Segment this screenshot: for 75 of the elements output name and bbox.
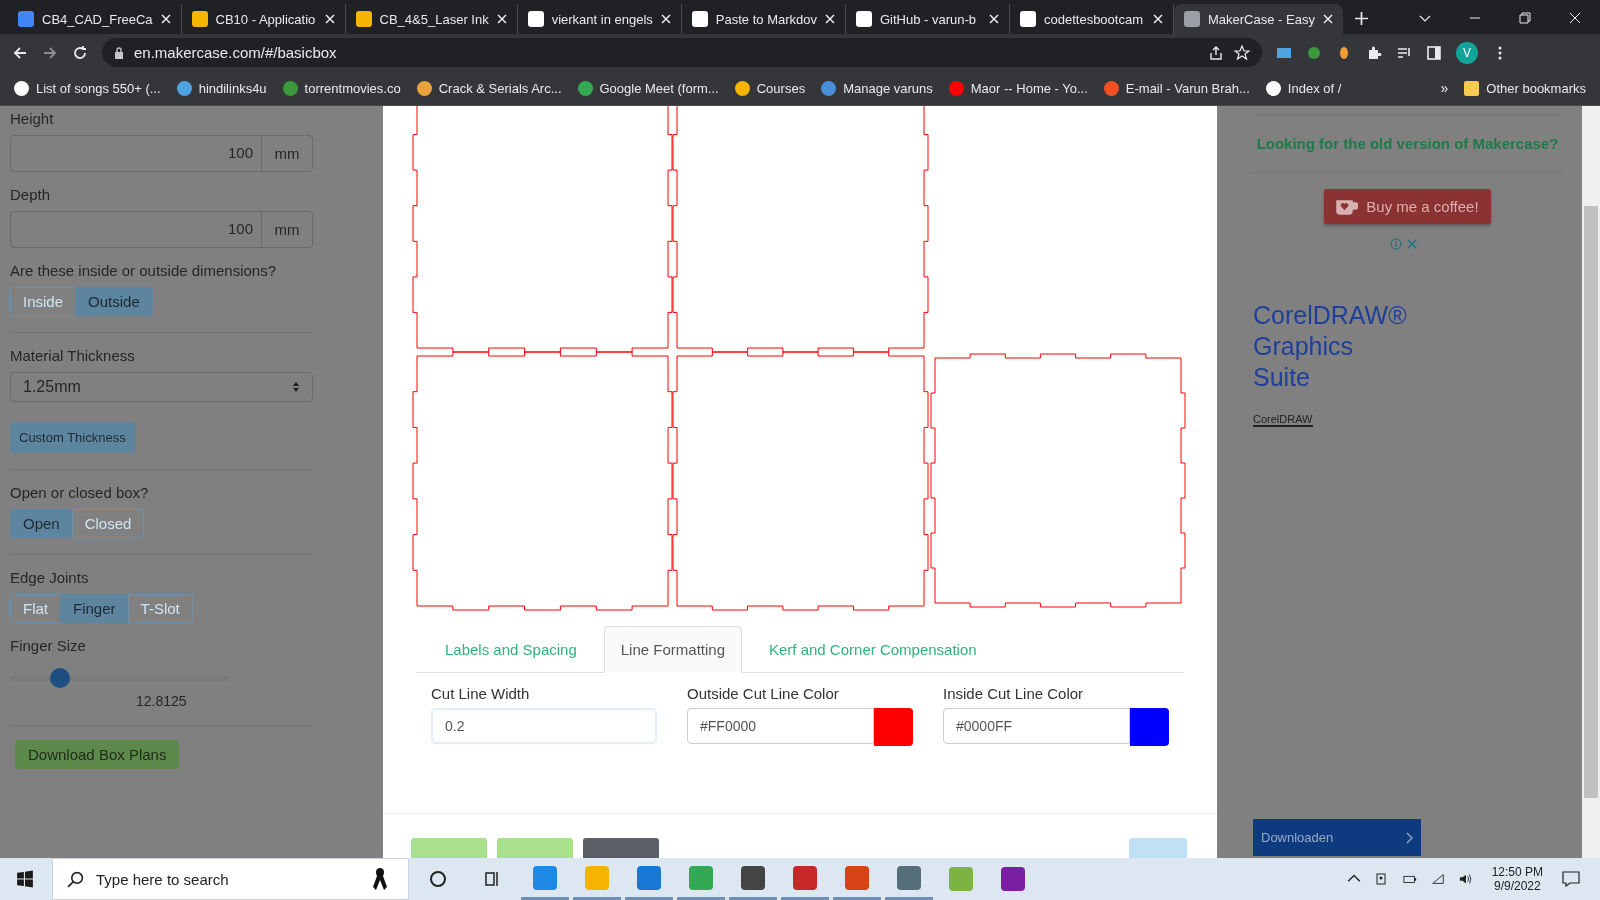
field-label: Height — [10, 110, 55, 127]
more-bookmarks[interactable]: » — [1440, 80, 1449, 96]
reload-icon[interactable] — [72, 44, 88, 61]
star-icon[interactable] — [1234, 44, 1250, 61]
bookmark[interactable]: Google Meet (form... — [577, 80, 719, 96]
forward-icon[interactable] — [42, 44, 58, 61]
search-field[interactable]: Type here to search — [52, 858, 409, 900]
share-icon[interactable] — [1208, 44, 1224, 61]
address-bar[interactable]: en.makercase.com/#/basicbox — [102, 38, 1262, 67]
extension-icon[interactable] — [1306, 44, 1322, 61]
field-label: Edge Joints — [10, 569, 90, 586]
color-swatch[interactable] — [1130, 708, 1169, 746]
windows-icon[interactable] — [16, 870, 34, 888]
field-label: Outside Cut Line Color — [687, 685, 840, 702]
slider-thumb[interactable] — [50, 668, 71, 688]
field-label: Material Thickness — [10, 347, 136, 364]
bookmark[interactable]: Crack & Serials Arc... — [416, 80, 562, 96]
speaker-icon[interactable] — [1458, 872, 1473, 886]
slider-value: 12.8125 — [136, 693, 187, 709]
input-field[interactable]: 0.2 — [431, 708, 657, 744]
ad-cta-button[interactable]: Downloaden — [1253, 819, 1421, 856]
favicon-icon — [856, 11, 872, 27]
new-tab-icon[interactable] — [1354, 12, 1368, 25]
coffee-button[interactable]: Buy me a coffee! — [1324, 189, 1491, 224]
sort-icon — [292, 381, 300, 393]
ribbon-icon — [372, 866, 388, 892]
browser-tab[interactable]: MakerCase - Easy — [1174, 4, 1343, 34]
scrollbar[interactable] — [1582, 106, 1600, 858]
field-label: Cut Line Width — [431, 685, 531, 702]
favicon-icon — [191, 11, 208, 27]
search-icon — [67, 870, 84, 888]
input-field[interactable]: #FF0000 — [687, 708, 874, 744]
field-label: Are these inside or outside dimensions? — [10, 262, 277, 279]
toggle-button[interactable]: Outside — [75, 287, 153, 316]
color-swatch[interactable] — [874, 708, 913, 746]
other-bookmarks[interactable]: Other bookmarks — [1464, 80, 1586, 96]
bookmark[interactable]: Courses — [734, 80, 806, 96]
field-label: Finger Size — [10, 637, 87, 654]
favicon-icon — [1184, 11, 1200, 27]
notification-icon[interactable] — [1562, 871, 1580, 887]
bookmark[interactable]: Manage varuns — [821, 80, 933, 96]
favicon-icon — [691, 11, 708, 27]
puzzle-icon[interactable] — [1366, 44, 1382, 61]
favicon-icon — [355, 11, 372, 27]
modal-tab[interactable]: Line Formatting — [603, 626, 742, 673]
field-label: Open or closed box? — [10, 484, 150, 501]
input-field[interactable]: #0000FF — [943, 708, 1130, 744]
back-icon[interactable] — [12, 44, 28, 61]
favicon-icon — [527, 11, 544, 27]
clock-date[interactable]: 9/9/2022 — [1493, 879, 1541, 893]
wifi-icon[interactable] — [1430, 872, 1445, 886]
clock-time[interactable]: 12:50 PM — [1491, 865, 1543, 879]
favicon-icon — [18, 11, 34, 27]
restore-icon[interactable] — [1519, 12, 1531, 24]
side-panel-icon[interactable] — [1426, 44, 1442, 61]
favicon-icon — [1020, 11, 1036, 27]
bookmark[interactable]: Maor -- Home - Yo... — [948, 80, 1088, 96]
bookmark[interactable]: hindilinks4u — [176, 80, 267, 96]
ad-brand: CorelDRAW — [1253, 413, 1313, 427]
lock-icon — [114, 46, 124, 59]
camera-icon[interactable] — [1374, 872, 1389, 886]
field-label: Depth — [10, 186, 52, 203]
bookmark[interactable]: E-mail - Varun Brah... — [1103, 80, 1250, 96]
bookmark[interactable]: Index of / — [1265, 80, 1342, 96]
toggle-button[interactable]: Open — [10, 509, 73, 538]
bookmark[interactable]: torrentmovies.co — [282, 80, 401, 96]
bookmark[interactable]: List of songs 550+ (... — [14, 80, 161, 96]
circle-icon[interactable] — [428, 869, 448, 889]
chevron-right-icon — [1405, 831, 1413, 844]
field-label: Inside Cut Line Color — [943, 685, 1085, 702]
cup-icon — [1336, 198, 1359, 215]
toggle-button[interactable]: Finger — [60, 594, 129, 623]
custom-thickness-button[interactable]: Custom Thickness — [10, 422, 135, 453]
thickness-select[interactable]: 1.25mm — [10, 372, 313, 402]
download-button[interactable]: Download Box Plans — [15, 740, 180, 769]
